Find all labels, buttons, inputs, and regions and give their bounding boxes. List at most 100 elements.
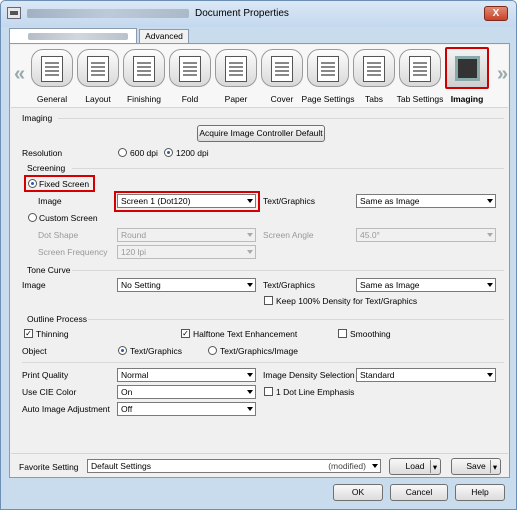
fixed-screen-radio[interactable] bbox=[28, 179, 37, 188]
print-quality-value: Normal bbox=[121, 370, 149, 380]
res-1200-label: 1200 dpi bbox=[176, 148, 209, 158]
tone-image-select[interactable]: No Setting bbox=[117, 278, 256, 292]
scroll-left-icon[interactable]: « bbox=[14, 63, 25, 86]
halftone-label: Halftone Text Enhancement bbox=[193, 329, 298, 339]
res-600-label: 600 dpi bbox=[130, 148, 158, 158]
screen-image-select[interactable]: Screen 1 (Dot120) bbox=[117, 194, 256, 208]
cie-color-label: Use CIE Color bbox=[22, 387, 77, 397]
help-button[interactable]: Help bbox=[455, 484, 505, 501]
chevron-down-icon bbox=[247, 390, 253, 394]
paper-icon[interactable] bbox=[215, 49, 257, 87]
general-icon[interactable] bbox=[31, 49, 73, 87]
thinning-label: Thinning bbox=[36, 329, 69, 339]
auto-image-value: Off bbox=[121, 404, 133, 414]
screen-angle-label: Screen Angle bbox=[263, 230, 314, 240]
tone-tg-value: Same as Image bbox=[360, 280, 420, 290]
window-title: Document Properties bbox=[195, 8, 289, 19]
screen-frequency-label: Screen Frequency bbox=[38, 247, 108, 257]
chevron-down-icon bbox=[487, 373, 493, 377]
screen-image-value: Screen 1 (Dot120) bbox=[121, 196, 191, 206]
object-tg-radio[interactable] bbox=[118, 346, 127, 355]
save-button[interactable]: Save ▾ bbox=[451, 458, 501, 475]
chevron-down-icon bbox=[372, 464, 378, 468]
keep-density-checkbox[interactable] bbox=[264, 296, 273, 305]
screen-tg-select[interactable]: Same as Image bbox=[356, 194, 496, 208]
res-600-radio[interactable] bbox=[118, 148, 127, 157]
custom-screen-radio[interactable] bbox=[28, 213, 37, 222]
load-button[interactable]: Load ▾ bbox=[389, 458, 441, 475]
cie-color-select[interactable]: On bbox=[117, 385, 256, 399]
screen-image-label: Image bbox=[38, 196, 62, 206]
redacted-tab-label bbox=[28, 33, 128, 40]
object-tg-label: Text/Graphics bbox=[130, 346, 182, 356]
page-settings-icon[interactable] bbox=[307, 49, 349, 87]
halftone-checkbox[interactable]: ✓ bbox=[181, 329, 190, 338]
scroll-right-icon[interactable]: » bbox=[497, 63, 508, 86]
tab-advanced[interactable]: Advanced bbox=[139, 29, 189, 44]
chevron-down-icon bbox=[247, 199, 253, 203]
res-1200-radio[interactable] bbox=[164, 148, 173, 157]
function-icon-bar: « » General Layout Finishing Fold Paper … bbox=[11, 45, 508, 108]
favorite-select[interactable]: Default Settings (modified) bbox=[87, 459, 381, 473]
outline-section-label: Outline Process bbox=[27, 314, 87, 324]
imaging-panel: « » General Layout Finishing Fold Paper … bbox=[9, 43, 510, 478]
fold-icon[interactable] bbox=[169, 49, 211, 87]
imaging-icon[interactable] bbox=[445, 47, 489, 89]
cie-color-value: On bbox=[121, 387, 133, 397]
dot-line-checkbox[interactable] bbox=[264, 387, 273, 396]
auto-image-select[interactable]: Off bbox=[117, 402, 256, 416]
chevron-down-icon bbox=[487, 283, 493, 287]
cover-icon[interactable] bbox=[261, 49, 303, 87]
close-button[interactable]: X bbox=[484, 6, 508, 21]
thinning-checkbox[interactable]: ✓ bbox=[24, 329, 33, 338]
divider bbox=[22, 362, 504, 363]
image-density-label: Image Density Selection bbox=[263, 370, 355, 380]
chevron-down-icon[interactable]: ▾ bbox=[490, 460, 499, 473]
object-label: Object bbox=[22, 346, 47, 356]
object-tgi-radio[interactable] bbox=[208, 346, 217, 355]
chevron-down-icon[interactable]: ▾ bbox=[430, 460, 439, 473]
imaging-section-label: Imaging bbox=[22, 113, 53, 123]
dot-shape-label: Dot Shape bbox=[38, 230, 79, 240]
fixed-screen-label: Fixed Screen bbox=[39, 179, 90, 189]
resolution-label: Resolution bbox=[22, 148, 63, 158]
tab-strip: Advanced bbox=[9, 28, 509, 44]
screen-angle-value: 45.0° bbox=[360, 230, 380, 240]
tone-tg-label: Text/Graphics bbox=[263, 280, 315, 290]
chevron-down-icon bbox=[487, 233, 493, 237]
tabs-icon[interactable] bbox=[353, 49, 395, 87]
tone-image-value: No Setting bbox=[121, 280, 161, 290]
image-density-select[interactable]: Standard bbox=[356, 368, 496, 382]
cancel-button[interactable]: Cancel bbox=[390, 484, 448, 501]
screen-frequency-select[interactable]: 120 lpi bbox=[117, 245, 256, 259]
finishing-icon[interactable] bbox=[123, 49, 165, 87]
tab-main[interactable] bbox=[9, 28, 137, 44]
print-quality-select[interactable]: Normal bbox=[117, 368, 256, 382]
tab-settings-icon[interactable] bbox=[399, 49, 441, 87]
object-tgi-label: Text/Graphics/Image bbox=[220, 346, 298, 356]
screen-angle-select[interactable]: 45.0° bbox=[356, 228, 496, 242]
chevron-down-icon bbox=[487, 199, 493, 203]
acquire-defaults-button[interactable]: Acquire Image Controller Default bbox=[197, 125, 325, 142]
document-properties-window: Document Properties X Advanced « » Gener… bbox=[0, 0, 517, 510]
chevron-down-icon bbox=[247, 250, 253, 254]
favorite-value: Default Settings bbox=[91, 461, 152, 471]
smoothing-checkbox[interactable] bbox=[338, 329, 347, 338]
dot-shape-value: Round bbox=[121, 230, 147, 240]
screening-section-label: Screening bbox=[27, 163, 66, 173]
title-bar: Document Properties X bbox=[1, 1, 516, 27]
print-quality-label: Print Quality bbox=[22, 370, 69, 380]
icon-label-imaging: Imaging bbox=[450, 94, 484, 104]
favorite-label: Favorite Setting bbox=[19, 462, 79, 472]
printer-icon bbox=[7, 7, 21, 19]
chevron-down-icon bbox=[247, 233, 253, 237]
divider bbox=[88, 319, 504, 320]
dot-shape-select[interactable]: Round bbox=[117, 228, 256, 242]
favorite-bar: Favorite Setting Default Settings (modif… bbox=[11, 453, 508, 477]
divider bbox=[58, 118, 504, 119]
image-density-value: Standard bbox=[360, 370, 395, 380]
smoothing-label: Smoothing bbox=[350, 329, 391, 339]
ok-button[interactable]: OK bbox=[333, 484, 383, 501]
layout-icon[interactable] bbox=[77, 49, 119, 87]
tone-tg-select[interactable]: Same as Image bbox=[356, 278, 496, 292]
